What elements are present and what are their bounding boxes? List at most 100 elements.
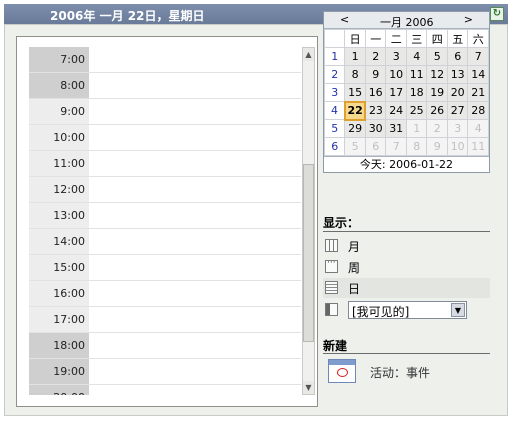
time-slot[interactable]: 15:00 (29, 255, 301, 281)
time-slot-area[interactable] (89, 359, 301, 384)
vertical-scrollbar[interactable]: ▲ ▼ (302, 47, 315, 395)
view-option-day[interactable]: 日 (323, 278, 490, 298)
calendar-day[interactable]: 13 (446, 65, 469, 84)
calendar-day[interactable]: 16 (364, 83, 387, 102)
week-number[interactable]: 3 (323, 83, 346, 102)
next-month-button[interactable]: > (464, 13, 473, 26)
time-slot[interactable]: 10:00 (29, 125, 301, 151)
chevron-down-icon[interactable]: ▼ (451, 303, 465, 317)
view-option-week[interactable]: 周 (323, 257, 490, 277)
calendar-day[interactable]: 1 (344, 47, 366, 66)
time-slot[interactable]: 11:00 (29, 151, 301, 177)
calendar-day[interactable]: 24 (385, 101, 407, 120)
time-slot[interactable]: 8:00 (29, 73, 301, 99)
calendar-day-today[interactable]: 22 (343, 100, 367, 121)
calendar-day[interactable]: 14 (467, 65, 489, 84)
new-event-link[interactable]: 活动：事件 (328, 359, 490, 387)
scroll-down-arrow-icon[interactable]: ▼ (303, 381, 314, 394)
time-slot-area[interactable] (89, 177, 301, 202)
time-slot[interactable]: 16:00 (29, 281, 301, 307)
time-slot[interactable]: 19:00 (29, 359, 301, 385)
new-event-label[interactable]: 活动：事件 (370, 364, 430, 381)
new-section-title: 新建 (323, 339, 348, 353)
time-slot-area[interactable] (89, 385, 301, 395)
calendar-day[interactable]: 11 (467, 137, 489, 156)
calendar-day[interactable]: 20 (446, 83, 469, 102)
time-label: 16:00 (29, 281, 89, 306)
time-slot[interactable]: 7:00 (29, 47, 301, 73)
time-slot-area[interactable] (89, 47, 301, 72)
calendar-day[interactable]: 31 (385, 119, 407, 138)
time-slot[interactable]: 9:00 (29, 99, 301, 125)
time-slot-area[interactable] (89, 333, 301, 358)
calendar-day[interactable]: 29 (344, 119, 366, 138)
calendar-day[interactable]: 19 (426, 83, 448, 102)
time-slot-area[interactable] (89, 73, 301, 98)
calendar-day[interactable]: 3 (385, 47, 407, 66)
time-label: 17:00 (29, 307, 89, 332)
calendar-day[interactable]: 18 (405, 83, 428, 102)
weekday-header: 日 (344, 29, 366, 48)
calendar-day[interactable]: 15 (344, 83, 366, 102)
calendar-day[interactable]: 28 (467, 101, 489, 120)
calendar-day[interactable]: 10 (446, 137, 469, 156)
week-number[interactable]: 2 (323, 65, 346, 84)
week-number[interactable]: 5 (323, 119, 346, 138)
calendar-day[interactable]: 9 (426, 137, 448, 156)
time-slot-area[interactable] (89, 99, 301, 124)
calendar-day[interactable]: 10 (385, 65, 407, 84)
time-label: 14:00 (29, 229, 89, 254)
weekday-header: 六 (467, 29, 489, 48)
calendar-day[interactable]: 1 (405, 119, 428, 138)
calendar-day[interactable]: 21 (467, 83, 489, 102)
calendar-day[interactable]: 7 (385, 137, 407, 156)
week-number[interactable]: 4 (323, 101, 346, 120)
calendar-day[interactable]: 25 (405, 101, 428, 120)
week-number[interactable]: 1 (323, 47, 346, 66)
scroll-up-arrow-icon[interactable]: ▲ (303, 48, 314, 61)
time-slot[interactable]: 12:00 (29, 177, 301, 203)
calendar-day[interactable]: 17 (385, 83, 407, 102)
today-link[interactable]: 今天: 2006-01-22 (324, 156, 489, 172)
time-slot[interactable]: 14:00 (29, 229, 301, 255)
week-number[interactable]: 6 (323, 137, 346, 156)
time-slot-area[interactable] (89, 229, 301, 254)
weekday-header: 一 (364, 29, 387, 48)
calendar-day[interactable]: 9 (364, 65, 387, 84)
time-slot-area[interactable] (89, 125, 301, 150)
calendar-day[interactable]: 7 (467, 47, 489, 66)
visibility-select[interactable]: [我可见的] ▼ (348, 301, 467, 319)
calendar-day[interactable]: 6 (364, 137, 387, 156)
calendar-day[interactable]: 8 (344, 65, 366, 84)
time-slot-area[interactable] (89, 203, 301, 228)
time-slot[interactable]: 13:00 (29, 203, 301, 229)
mini-calendar-grid: 日一二三四五六 1 1 2 3 4 5 6 7 2 8 9 10 11 12 13 14 3 15 16 17 18 19 2… (323, 29, 489, 156)
calendar-day[interactable]: 2 (426, 119, 448, 138)
calendar-day[interactable]: 6 (446, 47, 469, 66)
calendar-day[interactable]: 30 (364, 119, 387, 138)
time-slot[interactable]: 20:00 (29, 385, 301, 395)
view-option-month[interactable]: 月 (323, 236, 490, 256)
calendar-day[interactable]: 4 (467, 119, 489, 138)
time-slot-area[interactable] (89, 307, 301, 332)
prev-month-button[interactable]: < (340, 13, 349, 26)
calendar-day[interactable]: 23 (364, 101, 387, 120)
calendar-day[interactable]: 4 (405, 47, 428, 66)
calendar-day[interactable]: 27 (446, 101, 469, 120)
calendar-day[interactable]: 5 (426, 47, 448, 66)
time-slot-area[interactable] (89, 281, 301, 306)
time-slot[interactable]: 18:00 (29, 333, 301, 359)
calendar-day[interactable]: 5 (344, 137, 366, 156)
time-label: 10:00 (29, 125, 89, 150)
calendar-day[interactable]: 2 (364, 47, 387, 66)
refresh-icon[interactable]: ↻ (490, 7, 504, 21)
time-slot-area[interactable] (89, 151, 301, 176)
scroll-thumb[interactable] (303, 164, 314, 342)
time-slot-area[interactable] (89, 255, 301, 280)
calendar-day[interactable]: 11 (405, 65, 428, 84)
calendar-day[interactable]: 12 (426, 65, 448, 84)
calendar-day[interactable]: 8 (405, 137, 428, 156)
calendar-day[interactable]: 3 (446, 119, 469, 138)
calendar-day[interactable]: 26 (426, 101, 448, 120)
time-slot[interactable]: 17:00 (29, 307, 301, 333)
